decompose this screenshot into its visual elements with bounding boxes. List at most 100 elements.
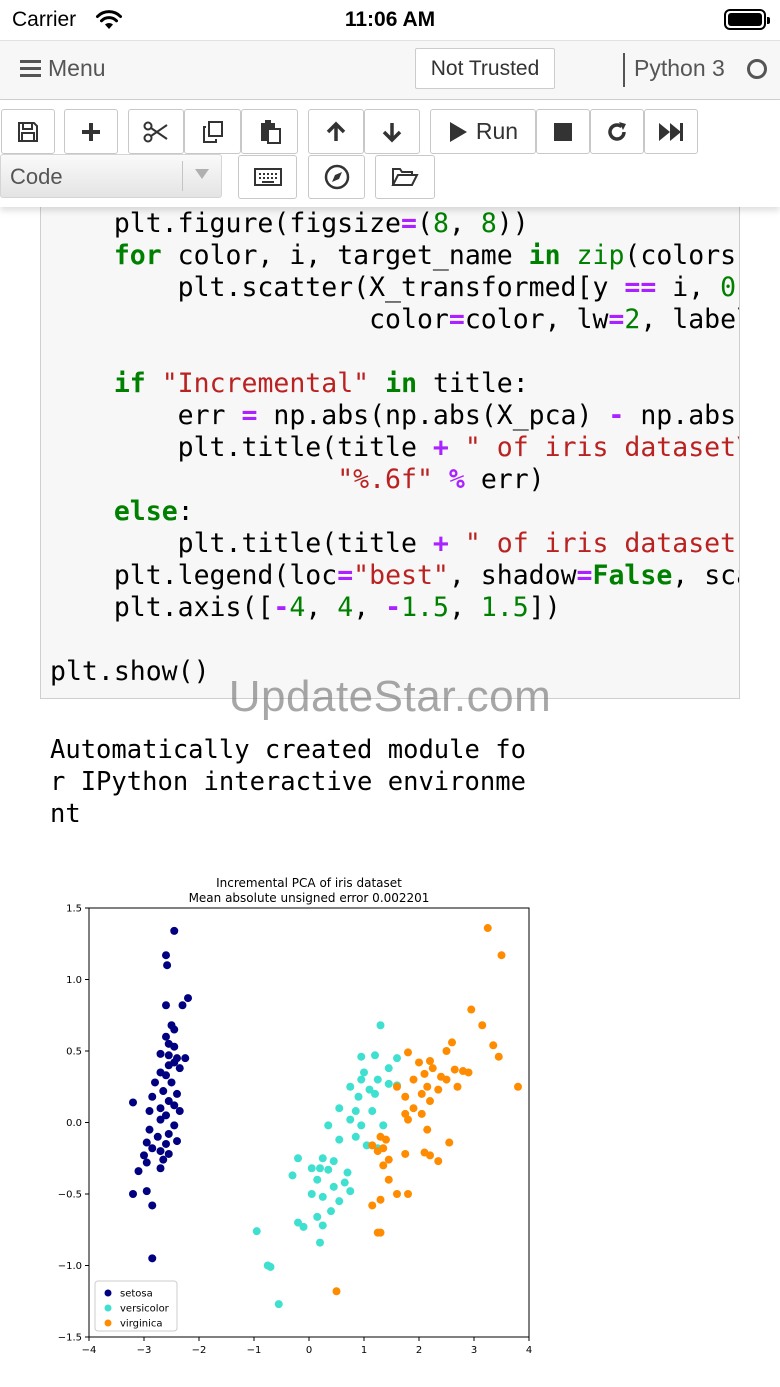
data-point-setosa	[153, 1132, 162, 1141]
data-point-setosa	[159, 1155, 168, 1164]
data-point-setosa	[170, 926, 179, 935]
output-plot: Incremental PCA of iris dataset Mean abso…	[44, 868, 544, 1364]
run-all-button[interactable]	[644, 109, 698, 154]
x-tick-label: 3	[471, 1345, 477, 1356]
data-point-virginica	[453, 1082, 462, 1091]
move-up-button[interactable]	[308, 109, 364, 154]
data-point-versicolor	[357, 1075, 366, 1084]
save-button[interactable]	[1, 109, 55, 154]
data-point-versicolor	[329, 1182, 338, 1191]
data-point-versicolor	[318, 1221, 327, 1230]
paste-button[interactable]	[241, 109, 298, 154]
y-tick-label: 1.0	[66, 975, 82, 986]
data-point-virginica	[417, 1089, 426, 1098]
code-editor[interactable]: plt.figure(figsize=(8, 8)) for color, i,…	[50, 208, 740, 688]
data-point-versicolor	[346, 1115, 355, 1124]
hamburger-icon	[20, 59, 41, 78]
plus-icon	[82, 122, 100, 141]
data-point-virginica	[376, 1195, 385, 1204]
data-point-versicolor	[318, 1154, 327, 1163]
data-point-virginica	[489, 1041, 498, 1050]
data-point-versicolor	[379, 1121, 388, 1130]
code-line: plt.figure(figsize=(8, 8))	[50, 208, 529, 239]
run-label: Run	[475, 118, 519, 144]
stop-icon	[554, 122, 572, 141]
cell-type-select[interactable]: Code	[0, 154, 222, 198]
data-point-virginica	[384, 1175, 393, 1184]
data-point-versicolor	[343, 1168, 352, 1177]
data-point-versicolor	[316, 1238, 324, 1247]
data-point-virginica	[442, 1047, 451, 1055]
restart-button[interactable]	[590, 109, 644, 154]
x-tick-label: −3	[137, 1345, 152, 1356]
data-point-setosa	[142, 1158, 151, 1167]
x-tick-label: 0	[306, 1345, 312, 1356]
chart-title: Incremental PCA of iris dataset	[216, 876, 402, 890]
run-button[interactable]: Run	[430, 109, 536, 154]
move-down-button[interactable]	[364, 109, 420, 154]
data-point-setosa	[148, 1092, 157, 1101]
watermark: UpdateStar.com	[228, 672, 552, 721]
data-point-versicolor	[324, 1165, 333, 1174]
data-point-setosa	[170, 1025, 179, 1034]
data-point-setosa	[129, 1098, 137, 1107]
data-point-virginica	[434, 1157, 443, 1166]
data-point-virginica	[426, 1151, 434, 1160]
data-point-versicolor	[393, 1054, 401, 1063]
scissors-icon	[143, 121, 168, 142]
data-point-versicolor	[307, 1164, 316, 1173]
compass-icon	[324, 164, 349, 190]
code-line: plt.legend(loc="best", shadow=False, sca	[50, 560, 739, 591]
data-point-virginica	[428, 1064, 437, 1073]
code-line: plt.axis([-4, 4, -1.5, 1.5])	[50, 592, 561, 623]
data-point-setosa	[167, 1078, 176, 1087]
legend-label-setosa: setosa	[120, 1289, 153, 1300]
legend-label-versicolor: versicolor	[120, 1304, 170, 1315]
data-point-virginica	[426, 1057, 434, 1066]
data-point-versicolor	[335, 1135, 344, 1144]
cut-button[interactable]	[128, 109, 184, 154]
data-point-versicolor	[313, 1175, 322, 1184]
open-file-button[interactable]	[375, 155, 435, 199]
keyboard-icon	[253, 168, 282, 186]
data-point-setosa	[173, 1089, 181, 1098]
kernel-name[interactable]: Python 3	[634, 55, 725, 82]
data-point-virginica	[332, 1287, 341, 1296]
command-palette-button[interactable]	[238, 155, 297, 199]
data-point-virginica	[409, 1104, 418, 1113]
data-point-virginica	[442, 1075, 451, 1084]
data-point-virginica	[401, 1092, 410, 1101]
data-point-virginica	[382, 1135, 390, 1144]
data-point-setosa	[163, 961, 172, 970]
toggle-nav-button[interactable]	[308, 155, 365, 199]
x-tick-label: −4	[82, 1345, 97, 1356]
data-point-virginica	[478, 1021, 487, 1030]
x-tick-label: 4	[526, 1345, 532, 1356]
data-point-versicolor	[324, 1121, 333, 1130]
y-tick-label: 0.5	[66, 1047, 82, 1058]
menu-button[interactable]: Menu	[20, 55, 106, 82]
data-point-versicolor	[373, 1075, 382, 1084]
data-point-setosa	[129, 1190, 137, 1198]
data-point-versicolor	[346, 1082, 355, 1091]
data-point-virginica	[417, 1109, 426, 1118]
data-point-setosa	[156, 1164, 165, 1173]
copy-icon	[202, 120, 223, 143]
code-line: for color, i, target_name in zip(colors,	[113, 240, 740, 271]
cell-type-value: Code	[10, 164, 63, 189]
data-point-versicolor	[371, 1051, 379, 1060]
data-point-versicolor	[307, 1190, 316, 1198]
data-point-virginica	[445, 1138, 454, 1147]
data-point-setosa	[156, 1147, 165, 1156]
data-point-versicolor	[357, 1052, 366, 1061]
data-point-virginica	[450, 1065, 459, 1074]
paste-icon	[260, 119, 281, 144]
interrupt-button[interactable]	[536, 109, 590, 154]
not-trusted-button[interactable]: Not Trusted	[415, 48, 555, 89]
code-cell[interactable]: plt.figure(figsize=(8, 8)) for color, i,…	[40, 180, 740, 699]
insert-cell-button[interactable]	[64, 109, 118, 154]
data-point-virginica	[464, 1068, 473, 1077]
data-point-virginica	[415, 1058, 423, 1067]
y-tick-label: 1.5	[66, 904, 82, 915]
copy-button[interactable]	[184, 109, 241, 154]
